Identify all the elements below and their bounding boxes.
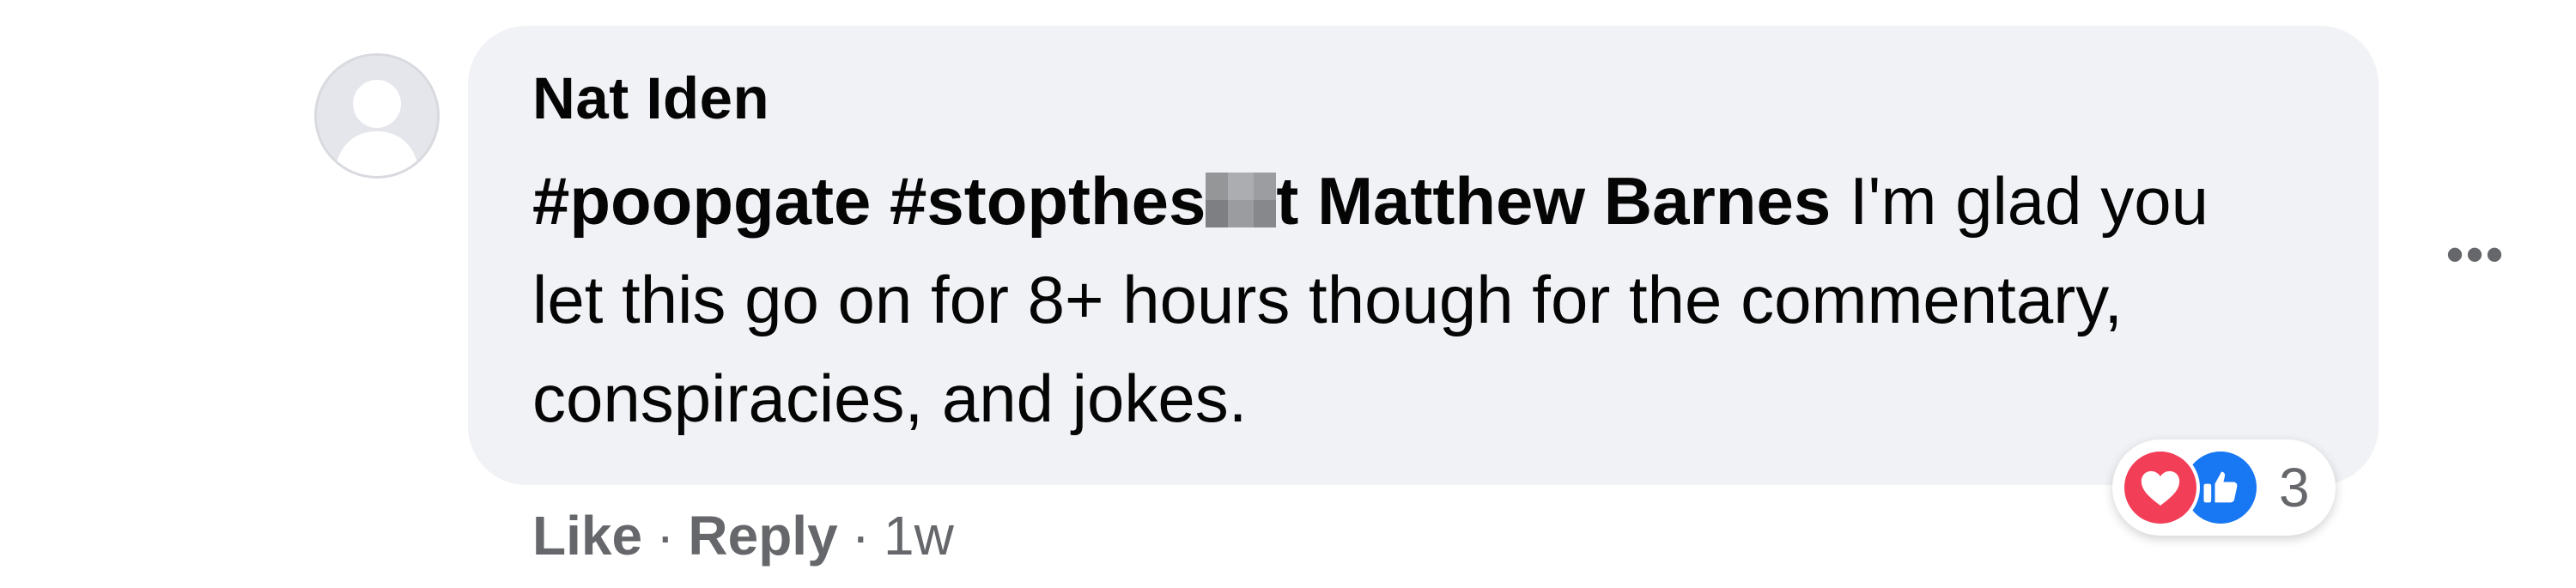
reply-button[interactable]: Reply bbox=[688, 505, 837, 567]
comment-author[interactable]: Nat Iden bbox=[532, 69, 2327, 128]
comment: Nat Iden #poopgate #stopthes t Matthew Ba… bbox=[0, 0, 2576, 588]
heart-icon bbox=[2121, 448, 2200, 527]
like-button[interactable]: Like bbox=[532, 505, 642, 567]
separator: · bbox=[656, 505, 675, 567]
default-profile-icon bbox=[317, 56, 437, 176]
comment-actions: Like · Reply · 1w bbox=[532, 501, 954, 570]
separator: · bbox=[851, 505, 870, 567]
more-options-icon[interactable]: ••• bbox=[2437, 229, 2514, 281]
reactions-summary[interactable]: 3 bbox=[2112, 439, 2336, 536]
reaction-count: 3 bbox=[2279, 457, 2310, 518]
comment-bubble: Nat Iden #poopgate #stopthes t Matthew Ba… bbox=[468, 26, 2379, 485]
mention-matthew-barnes[interactable]: Matthew Barnes bbox=[1317, 163, 1831, 239]
hashtag-poopgate[interactable]: #poopgate bbox=[532, 163, 871, 239]
avatar[interactable] bbox=[314, 53, 440, 179]
comment-timestamp[interactable]: 1w bbox=[884, 505, 954, 567]
hashtag-stopthes[interactable]: #stopthes t bbox=[890, 163, 1298, 239]
comment-text: #poopgate #stopthes t Matthew Barnes I'm … bbox=[532, 152, 2293, 448]
censored-pixel-block bbox=[1206, 173, 1277, 227]
